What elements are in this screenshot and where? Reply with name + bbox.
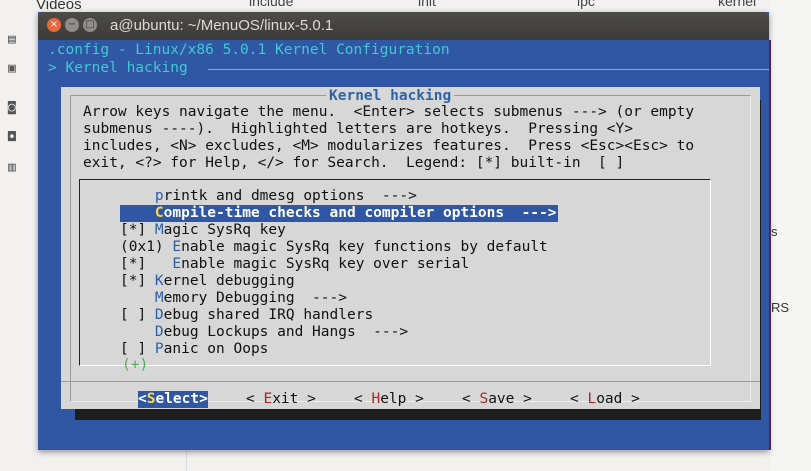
bracket: < [138, 391, 147, 407]
item-prefix: [*] [120, 222, 155, 238]
button-hotkey: L [587, 391, 597, 407]
item-hotkey: E [172, 239, 182, 255]
help-line: exit, <?> for Help, </> for Search. Lege… [83, 155, 625, 171]
terminal-screen[interactable]: .config - Linux/x86 5.0.1 Kernel Configu… [38, 40, 769, 450]
item-label: nable magic SysRq key over serial [181, 256, 470, 272]
item-hotkey: P [154, 341, 164, 357]
help-line: includes, <N> excludes, <M> modularizes … [83, 138, 695, 154]
help-line: submenus ----). Highlighted letters are … [83, 121, 633, 137]
drive-icon: ▥ [8, 160, 16, 175]
item-label: ebug shared IRQ handlers [163, 307, 374, 323]
folder-label: kernel [718, 0, 757, 9]
folder-label: init [418, 0, 436, 9]
minimize-button[interactable]: − [65, 18, 79, 32]
menuconfig-dialog[interactable]: Kernel hacking Arrow keys navigate the m… [61, 87, 760, 409]
help-line: Arrow keys navigate the menu. <Enter> se… [83, 104, 695, 120]
item-label: agic SysRq key [163, 222, 286, 238]
bracket: < [354, 391, 372, 407]
menu-item[interactable]: [ ] Debug shared IRQ handlers [120, 307, 373, 324]
maximize-button[interactable]: □ [83, 18, 97, 32]
item-hotkey: M [154, 290, 164, 306]
menu-item[interactable]: [*] Kernel debugging [120, 273, 295, 290]
menu-item[interactable]: Debug Lockups and Hangs ---> [120, 324, 408, 341]
item-hotkey: E [172, 256, 182, 272]
menu-item-selected[interactable]: Compile-time checks and compiler options… [120, 205, 558, 222]
bracket: < [570, 391, 588, 407]
bracket: > [514, 391, 532, 407]
close-button[interactable]: × [47, 18, 61, 32]
help-button[interactable]: < Help > [354, 391, 424, 408]
item-prefix: [ ] [120, 341, 155, 357]
title-bar[interactable]: × − □ a@ubuntu: ~/MenuOS/linux-5.0.1 [38, 12, 769, 40]
item-prefix [120, 205, 155, 221]
item-hotkey: M [154, 222, 164, 238]
folder-label: ipc [577, 0, 595, 9]
button-label: xit [272, 391, 299, 407]
menu-item[interactable]: [*] Enable magic SysRq key over serial [120, 256, 469, 273]
button-label: elp [380, 391, 407, 407]
folder-label: include [249, 0, 294, 9]
item-label: nable magic SysRq key functions by defau… [181, 239, 548, 255]
menu-item[interactable]: [ ] Panic on Oops [120, 341, 268, 358]
disk-icon: ◘ [8, 130, 16, 145]
menu-item[interactable]: printk and dmesg options ---> [120, 188, 417, 205]
header-rule [208, 69, 769, 70]
breadcrumb: > Kernel hacking [48, 60, 188, 76]
menu-item[interactable]: (0x1) Enable magic SysRq key functions b… [120, 239, 548, 256]
bracket: > [298, 391, 316, 407]
item-label: ernel debugging [163, 273, 295, 289]
item-hotkey: C [154, 205, 164, 221]
item-label: anic on Oops [163, 341, 269, 357]
item-hotkey: D [154, 307, 164, 323]
window-title: a@ubuntu: ~/MenuOS/linux-5.0.1 [110, 17, 334, 34]
folder-icon: ▤ [8, 32, 16, 47]
menu-item[interactable]: Memory Debugging ---> [120, 290, 347, 307]
bracket: > [199, 391, 208, 407]
button-hotkey: H [371, 391, 381, 407]
item-prefix [120, 290, 155, 306]
exit-button[interactable]: < Exit > [246, 391, 316, 408]
item-prefix [120, 188, 155, 204]
bracket: < [246, 391, 264, 407]
item-label: ompile-time checks and compiler options … [163, 205, 557, 221]
folder-label: RS [771, 300, 790, 315]
button-hotkey: E [263, 391, 273, 407]
item-prefix: [ ] [120, 307, 155, 323]
bracket: > [622, 391, 640, 407]
drive-icon: ▣ [8, 61, 16, 76]
more-indicator: (+) [122, 357, 149, 373]
help-text: Arrow keys navigate the menu. <Enter> se… [83, 104, 694, 172]
load-button[interactable]: < Load > [570, 391, 640, 408]
item-hotkey: K [154, 273, 164, 289]
file-manager-sidebar: ▤ ▣ ◙ ◘ ▥ [0, 0, 38, 471]
divider [186, 450, 187, 471]
item-hotkey: p [154, 188, 164, 204]
bracket: > [406, 391, 424, 407]
dialog-title: Kernel hacking [326, 88, 455, 105]
menu-item[interactable]: [*] Magic SysRq key [120, 222, 286, 239]
folder-label: s [771, 224, 778, 239]
item-hotkey: D [154, 324, 164, 340]
menu-list[interactable]: printk and dmesg options ---> Compile-ti… [79, 179, 711, 373]
item-label: emory Debugging ---> [163, 290, 347, 306]
item-prefix: (0x1) [120, 239, 173, 255]
item-prefix: [*] [120, 256, 173, 272]
item-prefix [120, 324, 155, 340]
button-label: oad [596, 391, 623, 407]
button-label: ave [488, 391, 515, 407]
button-hotkey: S [479, 391, 489, 407]
terminal-window[interactable]: × − □ a@ubuntu: ~/MenuOS/linux-5.0.1 .co… [38, 12, 769, 450]
button-separator [61, 381, 760, 382]
bracket: < [462, 391, 480, 407]
disk-icon: ◙ [8, 100, 16, 115]
file-manager-bottom [38, 450, 771, 471]
button-label: elect [155, 391, 200, 407]
select-button[interactable]: <Select> [138, 391, 208, 408]
item-prefix: [*] [120, 273, 155, 289]
save-button[interactable]: < Save > [462, 391, 532, 408]
item-label: rintk and dmesg options ---> [163, 188, 417, 204]
item-label: ebug Lockups and Hangs ---> [163, 324, 409, 340]
config-title: .config - Linux/x86 5.0.1 Kernel Configu… [48, 42, 450, 58]
